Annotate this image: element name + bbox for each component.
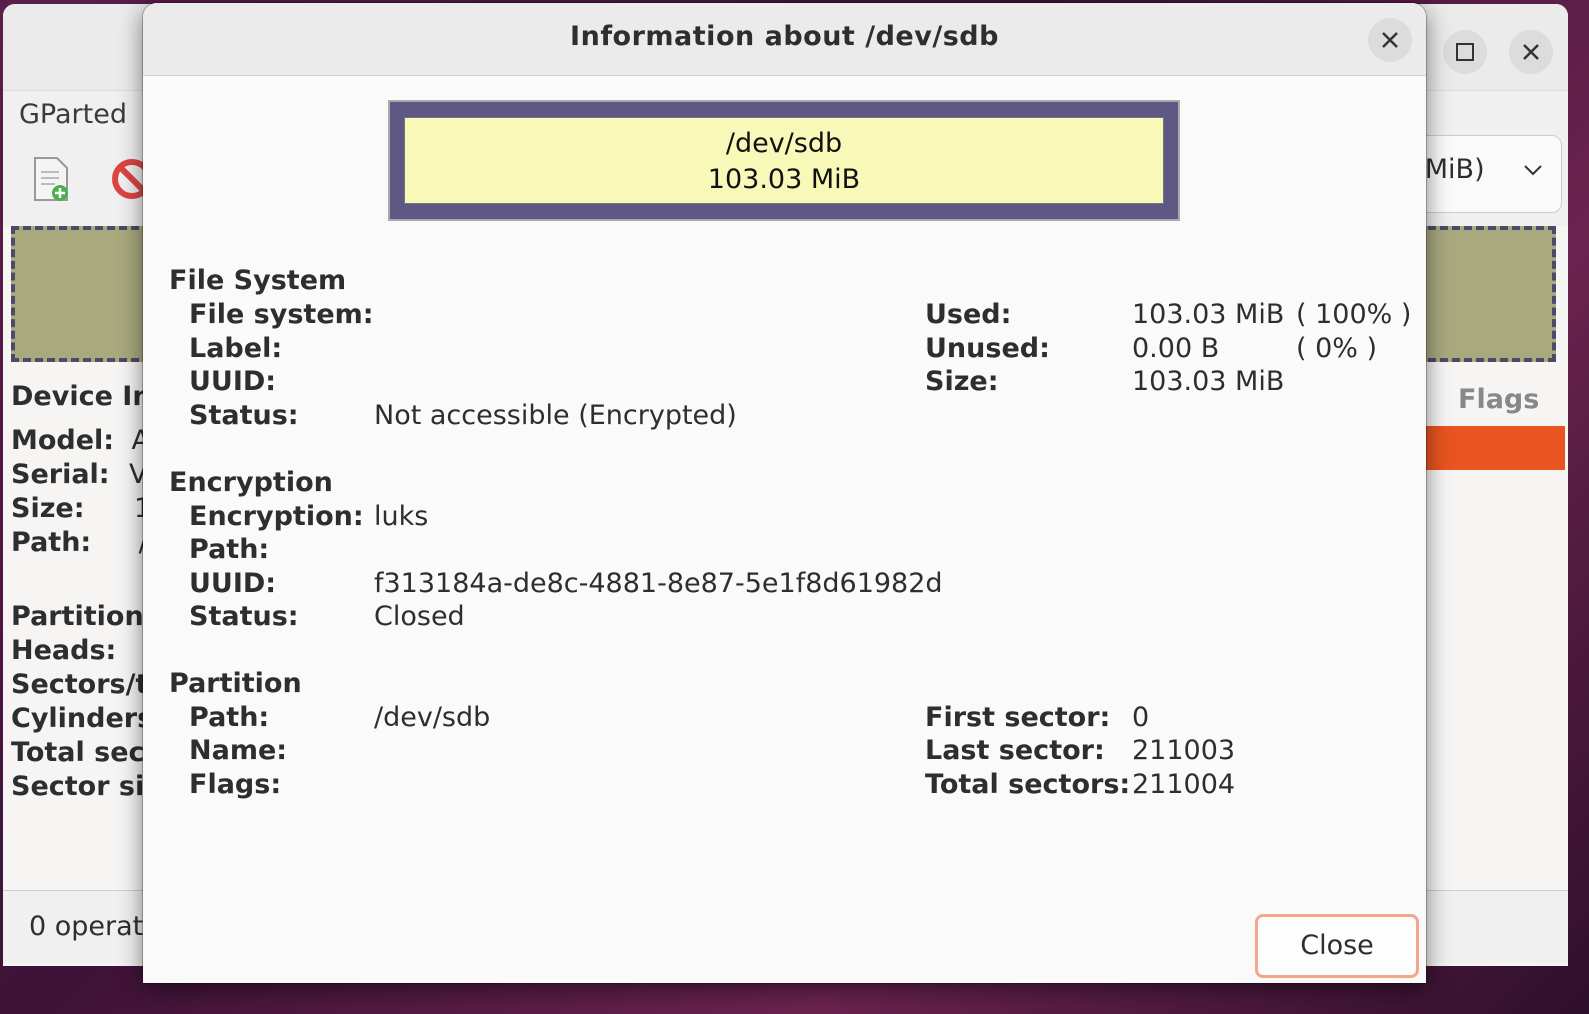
partition-graphic: /dev/sdb 103.03 MiB — [388, 100, 1180, 221]
serial-label: Serial: — [11, 459, 110, 490]
partition-table-label: Partition — [11, 601, 144, 632]
partition-graphic-path: /dev/sdb — [725, 128, 843, 159]
close-icon — [1382, 32, 1398, 48]
encryption-status-value: Closed — [374, 601, 465, 632]
selected-partition-row[interactable] — [1425, 426, 1565, 470]
encryption-value: luks — [374, 501, 429, 532]
new-partition-icon[interactable] — [33, 156, 69, 202]
total-sectors-label: Total sectors: — [925, 769, 1131, 800]
maximize-icon — [1456, 43, 1474, 61]
dialog-close-button[interactable] — [1368, 18, 1412, 62]
size-label: Size: — [11, 493, 85, 524]
close-button[interactable]: Close — [1255, 914, 1419, 978]
encryption-path-label: Path: — [189, 534, 270, 565]
close-icon — [1523, 44, 1539, 60]
fs-size-value: 103.03 MiB — [1132, 366, 1285, 397]
flags-column-header[interactable]: Flags — [1458, 384, 1539, 415]
device-info-panel: Device In Model: A Serial: V Size: 1 Pat… — [11, 380, 162, 804]
unused-value: 0.00 B — [1132, 333, 1220, 364]
last-sector-value: 211003 — [1132, 735, 1236, 766]
total-sectors-label: Total sect — [11, 737, 158, 768]
partition-name-label: Name: — [189, 735, 288, 766]
file-system-heading: File System — [169, 265, 347, 296]
fs-label-label: Label: — [189, 333, 283, 364]
information-dialog: Information about /dev/sdb /dev/sdb 103.… — [143, 3, 1426, 983]
encryption-uuid-value: f313184a-de8c-4881-8e87-5e1f8d61982d — [374, 568, 943, 599]
partition-path-label: Path: — [189, 702, 270, 733]
first-sector-value: 0 — [1132, 702, 1150, 733]
maximize-button[interactable] — [1443, 30, 1487, 74]
partition-graphic-size: 103.03 MiB — [707, 164, 861, 195]
total-sectors-value: 211004 — [1132, 769, 1236, 800]
heads-label: Heads: — [11, 635, 117, 666]
partition-heading: Partition — [169, 668, 302, 699]
fs-status-value: Not accessible (Encrypted) — [374, 400, 737, 431]
unused-percent: ( 0% ) — [1296, 333, 1378, 364]
used-value: 103.03 MiB — [1132, 299, 1285, 330]
encryption-uuid-label: UUID: — [189, 568, 277, 599]
device-info-heading: Device In — [11, 381, 152, 412]
menu-gparted[interactable]: GParted — [19, 99, 127, 130]
encryption-label: Encryption: — [189, 501, 364, 532]
used-label: Used: — [925, 299, 1012, 330]
last-sector-label: Last sector: — [925, 735, 1105, 766]
sectors-track-label: Sectors/tr — [11, 669, 162, 700]
path-label: Path: — [11, 527, 92, 558]
dialog-title: Information about /dev/sdb — [570, 21, 999, 52]
encryption-heading: Encryption — [169, 467, 333, 498]
cylinders-label: Cylinders — [11, 703, 154, 734]
pending-operations-text: 0 operat — [29, 911, 144, 942]
used-percent: ( 100% ) — [1296, 299, 1412, 330]
encryption-status-label: Status: — [189, 601, 299, 632]
window-close-button[interactable] — [1509, 30, 1553, 74]
chevron-down-icon — [1524, 165, 1542, 176]
sector-size-label: Sector siz — [11, 771, 160, 802]
partition-graphic-fill: /dev/sdb 103.03 MiB — [404, 117, 1164, 204]
first-sector-label: First sector: — [925, 702, 1111, 733]
partition-flags-label: Flags: — [189, 769, 282, 800]
fs-status-label: Status: — [189, 400, 299, 431]
dialog-header: Information about /dev/sdb — [143, 3, 1426, 76]
fs-uuid-label: UUID: — [189, 366, 277, 397]
fs-size-label: Size: — [925, 366, 999, 397]
partition-path-value: /dev/sdb — [374, 702, 491, 733]
unused-label: Unused: — [925, 333, 1050, 364]
fs-type-label: File system: — [189, 299, 374, 330]
model-label: Model: — [11, 425, 115, 456]
